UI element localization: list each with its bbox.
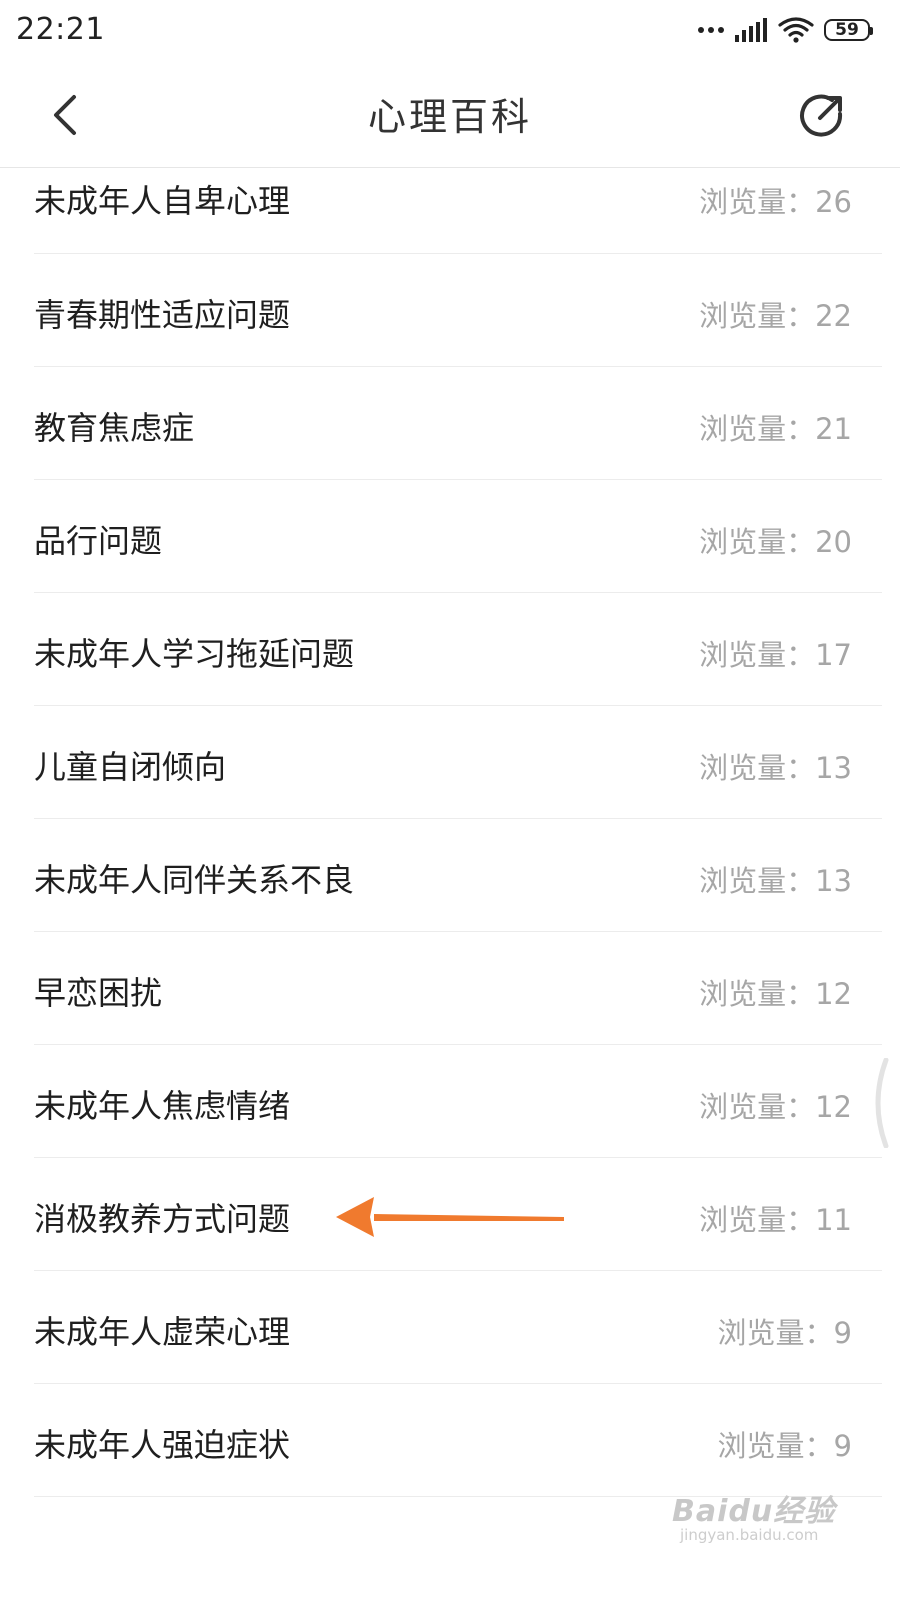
list-item[interactable]: 未成年人学习拖延问题 浏览量：17: [34, 593, 882, 706]
item-views: 浏览量：22: [699, 299, 852, 333]
list-item[interactable]: 未成年人自卑心理 浏览量：26: [34, 168, 882, 254]
wifi-icon: [778, 17, 814, 43]
status-time: 22:21: [16, 12, 105, 47]
list-item[interactable]: 未成年人焦虑情绪 浏览量：12: [34, 1045, 882, 1158]
status-icons: 59: [698, 14, 873, 46]
item-views: 浏览量：13: [699, 864, 852, 898]
list-item[interactable]: 未成年人同伴关系不良 浏览量：13: [34, 819, 882, 932]
battery-icon: 59: [824, 19, 873, 41]
list-item[interactable]: 早恋困扰 浏览量：12: [34, 932, 882, 1045]
screen: 22:21 59 心理百科 未成年人自卑心理 浏览量：26 青春期性适应问题 浏…: [0, 0, 900, 1600]
share-button[interactable]: [794, 88, 850, 144]
baidu-watermark: Baidu经验 jingyan.baidu.com: [672, 1486, 872, 1558]
list-item[interactable]: 青春期性适应问题 浏览量：22: [34, 254, 882, 367]
item-title: 未成年人焦虑情绪: [34, 1087, 291, 1125]
item-title: 儿童自闭倾向: [34, 748, 227, 786]
item-views: 浏览量：17: [699, 638, 852, 672]
item-views: 浏览量：11: [699, 1203, 852, 1237]
item-views: 浏览量：26: [699, 185, 852, 219]
item-title: 未成年人强迫症状: [34, 1426, 291, 1464]
nav-bar: 心理百科: [0, 62, 900, 168]
item-title: 青春期性适应问题: [34, 296, 291, 334]
item-title: 未成年人虚荣心理: [34, 1313, 291, 1351]
item-title: 消极教养方式问题: [34, 1200, 291, 1238]
annotation-arrow-icon: [336, 1197, 564, 1237]
item-views: 浏览量：13: [699, 751, 852, 785]
item-title: 未成年人自卑心理: [34, 182, 291, 220]
list-item[interactable]: 未成年人虚荣心理 浏览量：9: [34, 1271, 882, 1384]
item-title: 教育焦虑症: [34, 409, 195, 447]
item-title: 未成年人同伴关系不良: [34, 861, 355, 899]
watermark-logo: Baidu经验: [672, 1494, 836, 1529]
list-item[interactable]: 品行问题 浏览量：20: [34, 480, 882, 593]
signal-icon: [735, 18, 767, 42]
item-title: 早恋困扰: [34, 974, 163, 1012]
list-item[interactable]: 儿童自闭倾向 浏览量：13: [34, 706, 882, 819]
item-views: 浏览量：20: [699, 525, 852, 559]
share-icon: [800, 94, 843, 137]
item-title: 品行问题: [34, 522, 163, 560]
scroll-indicator[interactable]: [866, 1058, 890, 1148]
item-title: 未成年人学习拖延问题: [34, 635, 355, 673]
item-views: 浏览量：9: [717, 1316, 852, 1350]
item-views: 浏览量：9: [717, 1429, 852, 1463]
list-item[interactable]: 未成年人强迫症状 浏览量：9: [34, 1384, 882, 1497]
item-views: 浏览量：21: [699, 412, 852, 446]
watermark-site: jingyan.baidu.com: [680, 1526, 819, 1544]
article-list: 未成年人自卑心理 浏览量：26 青春期性适应问题 浏览量：22 教育焦虑症 浏览…: [0, 168, 900, 1497]
item-views: 浏览量：12: [699, 1090, 852, 1124]
more-dots-icon: [698, 27, 724, 33]
list-item[interactable]: 教育焦虑症 浏览量：21: [34, 367, 882, 480]
page-title: 心理百科: [367, 95, 532, 139]
status-bar: 22:21 59: [0, 0, 900, 62]
item-views: 浏览量：12: [699, 977, 852, 1011]
